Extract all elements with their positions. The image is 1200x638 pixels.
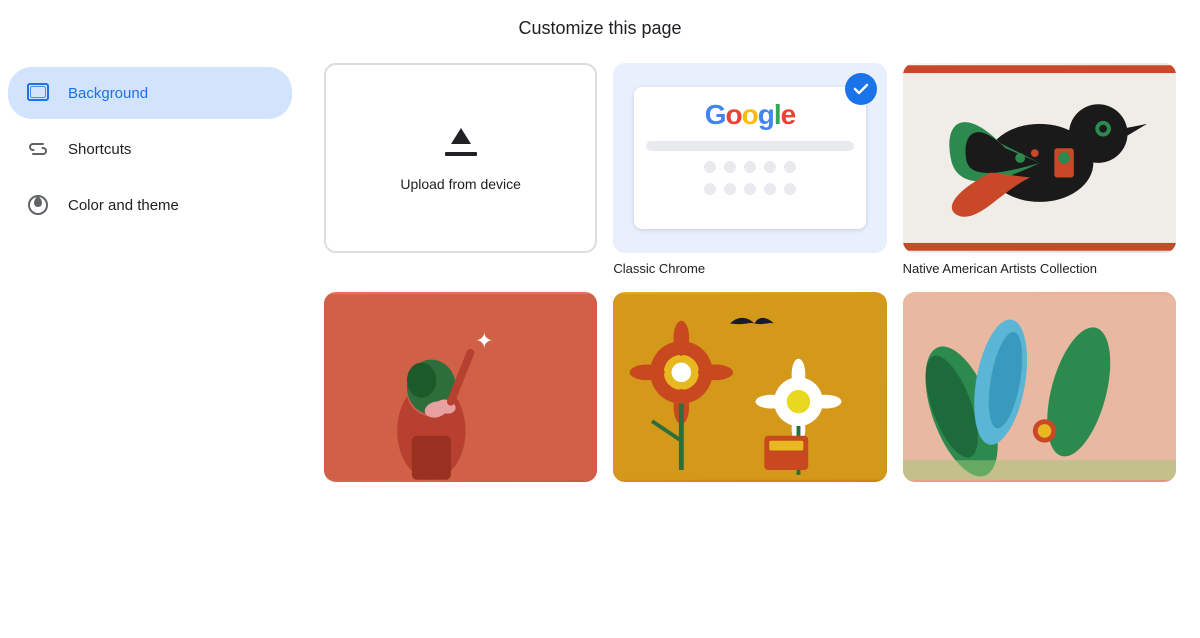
- art-green-card[interactable]: [903, 292, 1176, 482]
- dot: [764, 161, 776, 173]
- dots-row-2: [704, 183, 796, 195]
- dots-row-1: [704, 161, 796, 173]
- classic-chrome-card[interactable]: Google: [613, 63, 886, 276]
- shortcuts-icon: [24, 135, 52, 163]
- chrome-preview: Google: [634, 87, 866, 230]
- google-logo: Google: [705, 99, 795, 131]
- dot: [784, 183, 796, 195]
- sidebar: Background Shortcuts Color and theme: [0, 55, 300, 638]
- sidebar-shortcuts-label: Shortcuts: [68, 141, 131, 158]
- native-american-card-image: [903, 63, 1176, 253]
- upload-card-image: Upload from device: [324, 63, 597, 253]
- svg-text:✦: ✦: [475, 329, 493, 353]
- color-theme-icon: [24, 191, 52, 219]
- native-american-card[interactable]: Native American Artists Collection: [903, 63, 1176, 276]
- sidebar-item-shortcuts[interactable]: Shortcuts: [8, 123, 292, 175]
- classic-chrome-label: Classic Chrome: [613, 261, 886, 276]
- main-layout: Background Shortcuts Color and theme: [0, 55, 1200, 638]
- sidebar-item-background[interactable]: Background: [8, 67, 292, 119]
- upload-label: Upload from device: [400, 176, 521, 192]
- dot: [724, 161, 736, 173]
- art-green-card-image: [903, 292, 1176, 482]
- dot: [704, 161, 716, 173]
- upload-card[interactable]: Upload from device: [324, 63, 597, 276]
- dot: [704, 183, 716, 195]
- dot: [764, 183, 776, 195]
- art-yellow-card[interactable]: [613, 292, 886, 482]
- background-icon: [24, 79, 52, 107]
- search-bar-mock: [646, 141, 854, 151]
- sidebar-color-theme-label: Color and theme: [68, 197, 179, 214]
- native-american-label: Native American Artists Collection: [903, 261, 1176, 276]
- upload-icon: [441, 124, 481, 164]
- content-area: Upload from device Google: [300, 55, 1200, 638]
- page-title: Customize this page: [0, 0, 1200, 55]
- sidebar-item-color-theme[interactable]: Color and theme: [8, 179, 292, 231]
- cards-grid: Upload from device Google: [324, 63, 1176, 482]
- art-yellow-card-image: [613, 292, 886, 482]
- native-art: [903, 63, 1176, 253]
- art-orange-card-image: ✦: [324, 292, 597, 482]
- sidebar-background-label: Background: [68, 85, 148, 102]
- dot: [784, 161, 796, 173]
- classic-chrome-card-image: Google: [613, 63, 886, 253]
- dot: [724, 183, 736, 195]
- dot: [744, 183, 756, 195]
- selected-badge: [845, 73, 877, 105]
- dot: [744, 161, 756, 173]
- art-orange-card[interactable]: ✦: [324, 292, 597, 482]
